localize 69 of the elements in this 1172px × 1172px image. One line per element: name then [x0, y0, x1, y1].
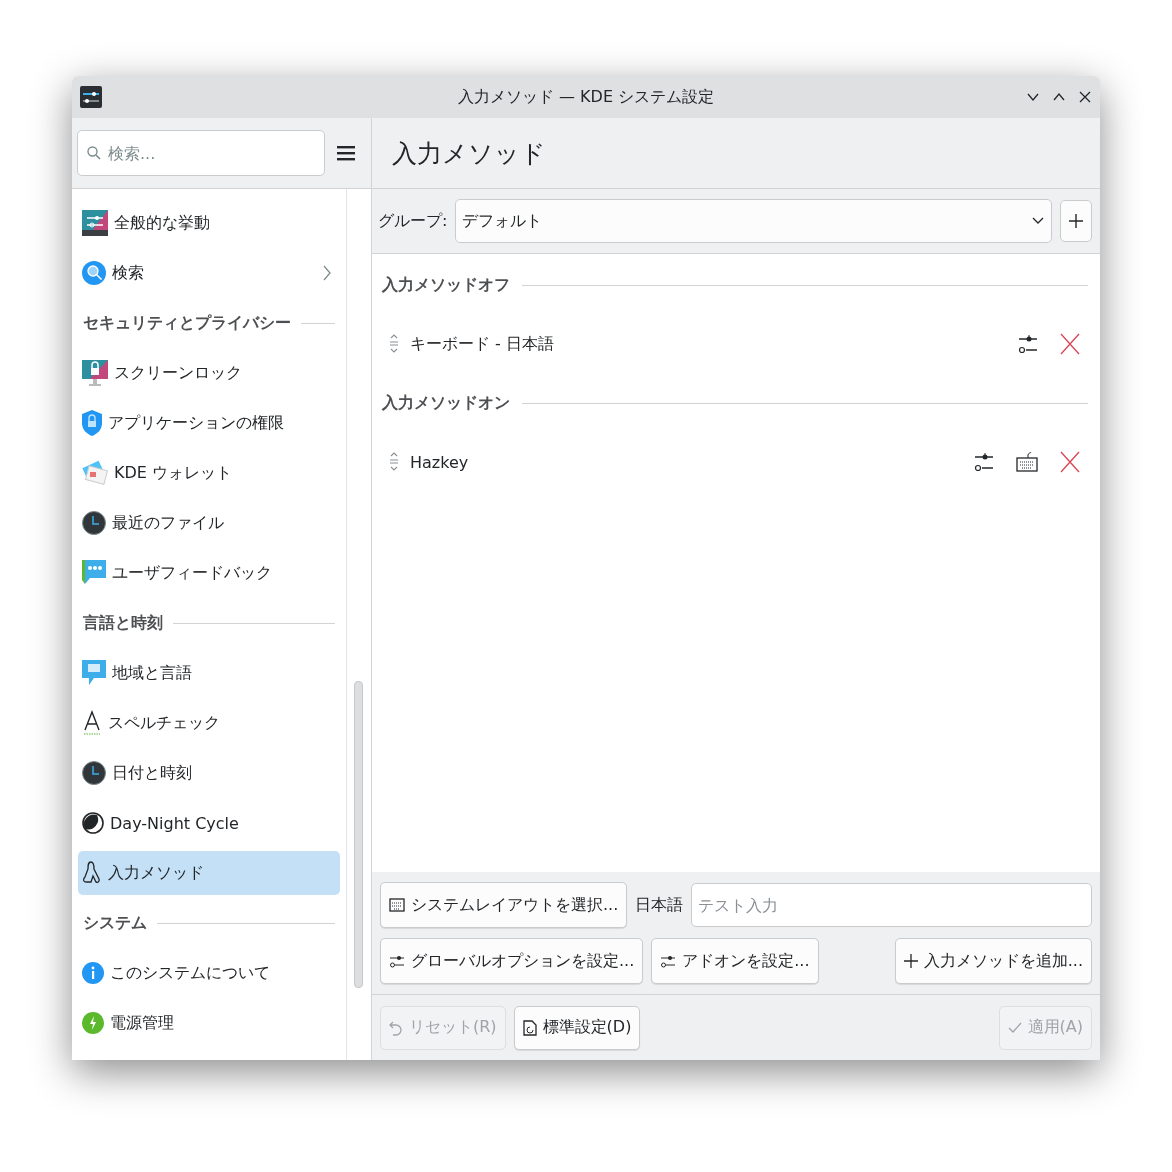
defaults-button[interactable]: 標準設定(D) [513, 1005, 641, 1050]
sidebar-item[interactable]: Day-Night Cycle [78, 801, 340, 845]
configure-icon[interactable] [1018, 333, 1038, 355]
clock-icon [82, 761, 106, 785]
info-icon [82, 962, 104, 984]
section-header: 入力メソッドオフ [382, 274, 510, 296]
sidebar-item[interactable]: 地域と言語 [78, 651, 340, 695]
menu-icon[interactable] [337, 144, 355, 162]
undo-icon [389, 1019, 403, 1036]
search-field[interactable]: 検索... [77, 130, 325, 176]
group-label: グループ: [378, 210, 448, 232]
document-icon [522, 1019, 537, 1036]
section-header: 言語と時刻 [83, 612, 163, 634]
check-icon [1007, 1020, 1022, 1035]
sidebar-item[interactable]: アプリケーションの権限 [78, 401, 340, 445]
section-header: 入力メソッドオン [382, 392, 510, 414]
letter-a-icon [82, 710, 102, 736]
drag-handle-icon[interactable] [388, 451, 400, 473]
section-header: システム [83, 912, 147, 934]
window-title: 入力メソッド — KDE システム設定 [456, 86, 716, 108]
sidebar-item[interactable]: 検索 [78, 251, 340, 295]
app-icon [80, 86, 102, 108]
shield-lock-icon [82, 410, 102, 436]
sidebar-item[interactable]: 最近のファイル [78, 501, 340, 545]
test-input-field[interactable]: テスト入力 [691, 883, 1092, 927]
sidebar-item[interactable]: ユーザフィードバック [78, 551, 340, 595]
global-options-button[interactable]: グローバルオプションを設定... [380, 938, 644, 984]
configure-icon [389, 953, 405, 969]
plus-icon [1068, 213, 1084, 229]
monitor-lock-icon [82, 360, 108, 386]
language-label: 日本語 [635, 894, 684, 916]
keyboard-icon[interactable] [1016, 451, 1038, 473]
speech-bubble-icon [82, 660, 106, 686]
add-input-method-button[interactable]: 入力メソッドを追加... [894, 938, 1092, 984]
input-method-name: Hazkey [410, 452, 469, 472]
search-icon [82, 261, 106, 285]
plus-icon [903, 954, 918, 968]
close-icon[interactable] [1078, 90, 1092, 104]
configure-icon[interactable] [974, 451, 994, 473]
sidebar-item[interactable]: 全般的な挙動 [78, 201, 340, 245]
penguin-icon [82, 861, 102, 885]
remove-icon[interactable] [1060, 451, 1080, 473]
sidebar-item[interactable]: スクリーンロック [78, 351, 340, 395]
scrollbar-thumb[interactable] [354, 681, 363, 988]
power-icon [82, 1012, 104, 1034]
half-circle-icon [82, 812, 104, 834]
sidebar-item[interactable]: KDE ウォレット [78, 451, 340, 495]
search-icon [86, 145, 102, 161]
sidebar-item[interactable]: 電源管理 [78, 1001, 340, 1045]
sliders-icon [82, 210, 108, 236]
feedback-icon [82, 560, 106, 586]
sidebar-item[interactable]: スペルチェック [78, 701, 340, 745]
select-layout-button[interactable]: システムレイアウトを選択... [380, 882, 628, 928]
sidebar-item[interactable]: 日付と時刻 [78, 751, 340, 795]
group-dropdown[interactable]: デフォルト [455, 199, 1052, 243]
addons-button[interactable]: アドオンを設定... [651, 938, 819, 984]
configure-icon [660, 953, 677, 969]
remove-icon[interactable] [1060, 333, 1080, 355]
add-group-button[interactable] [1060, 200, 1092, 242]
input-method-name: キーボード - 日本語 [410, 333, 554, 355]
sidebar-item[interactable]: 入力メソッド [78, 851, 340, 895]
clock-icon [82, 511, 106, 535]
cards-icon [82, 460, 108, 486]
chevron-down-icon [1031, 216, 1045, 226]
section-header: セキュリティとプライバシー [83, 312, 291, 334]
page-title: 入力メソッド [392, 137, 546, 170]
drag-handle-icon[interactable] [388, 333, 400, 355]
sidebar-item[interactable]: このシステムについて [78, 951, 340, 995]
keyboard-icon [389, 897, 405, 913]
